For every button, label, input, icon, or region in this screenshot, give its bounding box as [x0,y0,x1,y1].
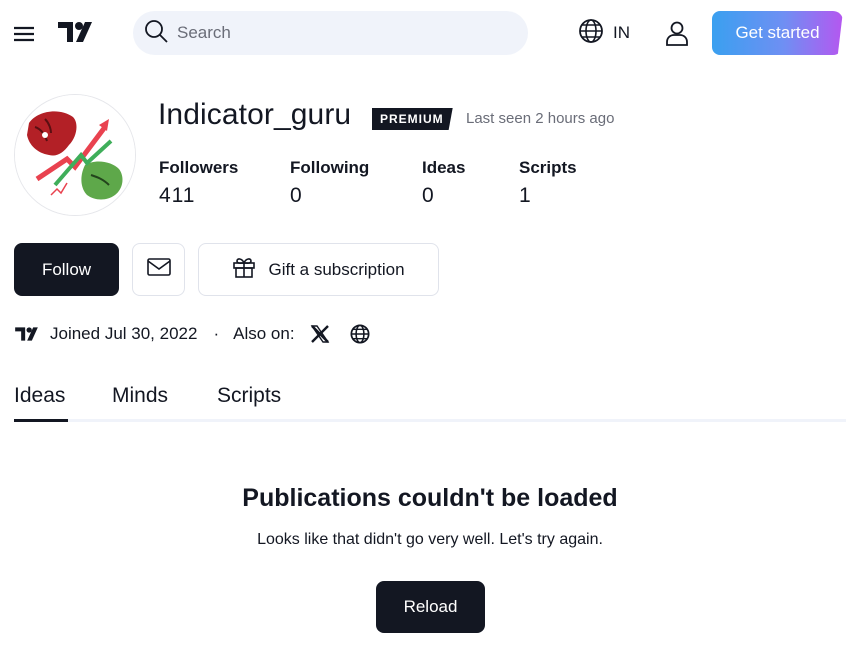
follow-button[interactable]: Follow [14,243,119,296]
profile-username: Indicator_guru [158,98,352,131]
search-input[interactable] [175,22,499,44]
menu-icon[interactable] [10,20,38,48]
stat-label-scripts[interactable]: Scripts [519,158,577,178]
stat-label-followers[interactable]: Followers [159,158,238,178]
active-tab-indicator [14,419,68,422]
x-twitter-icon[interactable] [309,323,331,345]
tab-scripts[interactable]: Scripts [217,384,281,408]
stat-value-scripts[interactable]: 1 [519,184,532,208]
error-subtitle: Looks like that didn't go very well. Let… [257,531,603,548]
gift-icon [232,255,256,284]
tab-ideas[interactable]: Ideas [14,384,65,408]
premium-badge: PREMIUM [372,108,453,130]
stat-value-followers[interactable]: 411 [159,184,195,208]
error-title: Publications couldn't be loaded [242,484,618,512]
envelope-icon [146,256,172,283]
profile-meta-row: Joined Jul 30, 2022 · Also on: [15,320,371,348]
search-icon [143,18,169,49]
also-on-label: Also on: [233,324,295,343]
tab-minds[interactable]: Minds [112,384,168,408]
reload-button[interactable]: Reload [376,581,485,633]
gift-subscription-button[interactable]: Gift a subscription [198,243,439,296]
gift-subscription-label: Gift a subscription [268,259,405,279]
tradingview-small-icon [15,326,42,342]
website-globe-icon[interactable] [349,323,371,345]
language-selector[interactable]: IN [577,17,630,50]
language-label: IN [613,23,630,42]
last-seen-text: Last seen 2 hours ago [466,110,615,127]
stat-value-ideas[interactable]: 0 [422,184,435,208]
stat-value-following[interactable]: 0 [290,184,303,208]
stat-label-ideas[interactable]: Ideas [422,158,465,178]
tradingview-logo[interactable] [58,20,98,44]
separator-dot: · [213,324,220,343]
globe-icon [577,17,605,50]
stat-label-following[interactable]: Following [290,158,369,178]
user-icon[interactable] [663,19,691,47]
get-started-button[interactable]: Get started [712,11,843,55]
joined-date: Joined Jul 30, 2022 [50,324,198,343]
tabs-divider [14,419,846,422]
search-bar[interactable] [133,11,528,55]
avatar [14,94,136,216]
message-button[interactable] [132,243,185,296]
